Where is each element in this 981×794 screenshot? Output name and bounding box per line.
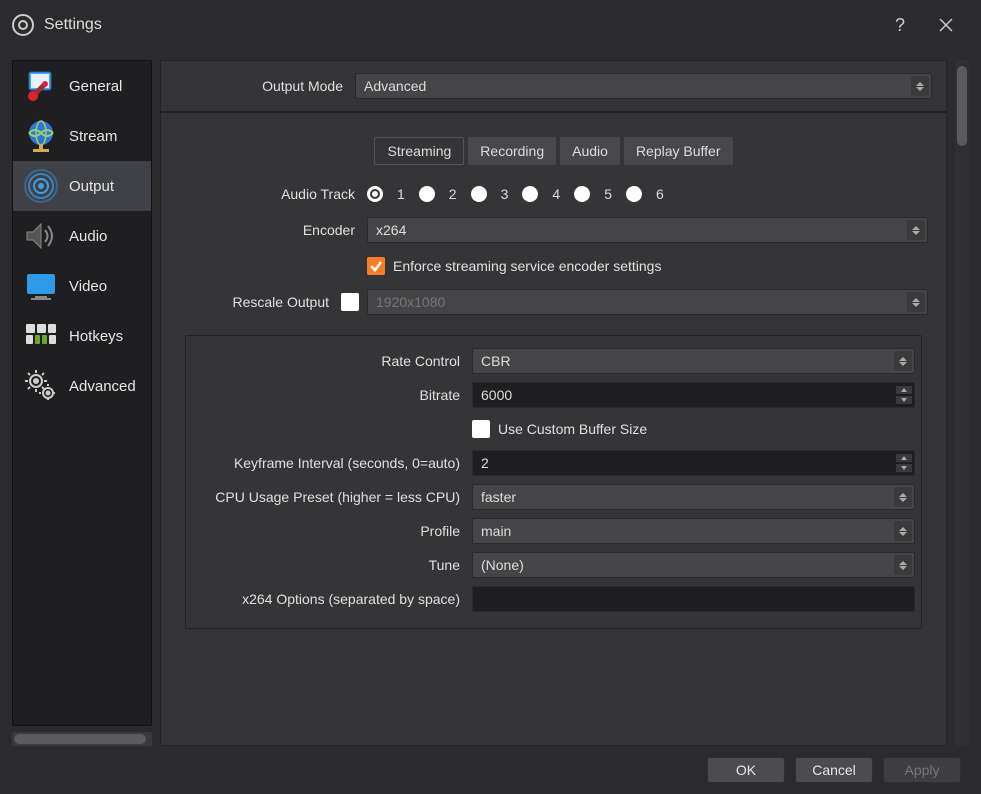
rescale-output-combo[interactable]: 1920x1080	[367, 289, 928, 315]
sidebar-scrollbar[interactable]	[12, 732, 152, 746]
chevron-updown-icon	[907, 220, 925, 240]
sidebar-item-label: Hotkeys	[69, 328, 123, 345]
settings-window: Settings ? General Stream	[0, 0, 981, 794]
profile-label: Profile	[192, 523, 472, 539]
output-icon	[21, 166, 61, 206]
profile-value: main	[481, 523, 511, 539]
keyframe-label: Keyframe Interval (seconds, 0=auto)	[192, 455, 472, 471]
tune-label: Tune	[192, 557, 472, 573]
rate-control-value: CBR	[481, 353, 511, 369]
tune-value: (None)	[481, 557, 524, 573]
cpu-preset-value: faster	[481, 489, 516, 505]
sidebar-item-label: Output	[69, 178, 114, 195]
close-window-button[interactable]	[923, 0, 969, 50]
sidebar-item-label: Stream	[69, 128, 117, 145]
sidebar-item-label: General	[69, 78, 122, 95]
encoder-label: Encoder	[179, 222, 367, 238]
rescale-output-checkbox[interactable]	[341, 293, 359, 311]
sidebar-item-advanced[interactable]: Advanced	[13, 361, 151, 411]
chevron-updown-icon	[894, 521, 912, 541]
close-icon	[939, 18, 953, 32]
hotkeys-icon	[21, 316, 61, 356]
output-mode-combo[interactable]: Advanced	[355, 73, 932, 99]
window-title: Settings	[44, 16, 102, 34]
bitrate-input[interactable]: 6000	[472, 382, 915, 408]
spinner-icon	[896, 385, 912, 405]
tab-streaming[interactable]: Streaming	[374, 137, 464, 165]
audio-track-radio-1[interactable]	[367, 186, 383, 202]
advanced-icon	[21, 366, 61, 406]
sidebar-item-general[interactable]: General	[13, 61, 151, 111]
main-scrollbar[interactable]	[955, 60, 969, 746]
x264-options-input[interactable]	[472, 586, 915, 612]
chevron-updown-icon	[894, 351, 912, 371]
custom-buffer-checkbox[interactable]	[472, 420, 490, 438]
cpu-preset-combo[interactable]: faster	[472, 484, 915, 510]
general-icon	[21, 66, 61, 106]
rescale-output-value: 1920x1080	[376, 294, 445, 310]
audio-track-radio-3[interactable]	[471, 186, 487, 202]
profile-combo[interactable]: main	[472, 518, 915, 544]
help-button[interactable]: ?	[877, 0, 923, 50]
chevron-updown-icon	[894, 555, 912, 575]
cancel-button[interactable]: Cancel	[795, 757, 873, 783]
spinner-icon	[896, 453, 912, 473]
keyframe-input[interactable]: 2	[472, 450, 915, 476]
chevron-updown-icon	[894, 487, 912, 507]
sidebar-item-output[interactable]: Output	[13, 161, 151, 211]
sidebar-item-video[interactable]: Video	[13, 261, 151, 311]
audio-track-radio-2[interactable]	[419, 186, 435, 202]
titlebar: Settings ?	[0, 0, 981, 50]
cpu-preset-label: CPU Usage Preset (higher = less CPU)	[192, 489, 472, 505]
audio-icon	[21, 216, 61, 256]
rate-control-label: Rate Control	[192, 353, 472, 369]
sidebar-item-label: Advanced	[69, 378, 136, 395]
bitrate-label: Bitrate	[192, 387, 472, 403]
sidebar-item-label: Audio	[69, 228, 107, 245]
sidebar-item-audio[interactable]: Audio	[13, 211, 151, 261]
apply-button[interactable]: Apply	[883, 757, 961, 783]
ok-button[interactable]: OK	[707, 757, 785, 783]
tab-audio[interactable]: Audio	[560, 137, 620, 165]
output-mode-label: Output Mode	[175, 78, 355, 94]
tab-recording[interactable]: Recording	[468, 137, 556, 165]
audio-track-radio-group: 1 2 3 4 5 6	[367, 186, 664, 202]
settings-main-panel: Output Mode Advanced Streaming Recording	[160, 60, 947, 746]
settings-sidebar: General Stream Output	[12, 60, 152, 726]
bitrate-value: 6000	[481, 387, 512, 403]
x264-options-label: x264 Options (separated by space)	[192, 591, 472, 607]
rate-control-combo[interactable]: CBR	[472, 348, 915, 374]
stream-icon	[21, 116, 61, 156]
encoder-settings-panel: Rate Control CBR Bitrate	[185, 335, 922, 629]
tab-replay-buffer[interactable]: Replay Buffer	[624, 137, 733, 165]
custom-buffer-label: Use Custom Buffer Size	[498, 421, 647, 437]
chevron-updown-icon	[911, 76, 929, 96]
encoder-value: x264	[376, 222, 406, 238]
chevron-updown-icon	[907, 292, 925, 312]
tune-combo[interactable]: (None)	[472, 552, 915, 578]
output-tabs: Streaming Recording Audio Replay Buffer	[175, 123, 932, 165]
audio-track-radio-5[interactable]	[574, 186, 590, 202]
obs-logo-icon	[12, 14, 34, 36]
rescale-output-label: Rescale Output	[179, 294, 341, 310]
sidebar-item-label: Video	[69, 278, 107, 295]
sidebar-item-stream[interactable]: Stream	[13, 111, 151, 161]
enforce-encoder-label: Enforce streaming service encoder settin…	[393, 258, 661, 274]
audio-track-radio-6[interactable]	[626, 186, 642, 202]
keyframe-value: 2	[481, 455, 489, 471]
audio-track-label: Audio Track	[179, 186, 367, 202]
check-icon	[369, 259, 383, 273]
dialog-footer: OK Cancel Apply	[0, 746, 981, 794]
audio-track-radio-4[interactable]	[522, 186, 538, 202]
output-mode-value: Advanced	[364, 78, 426, 94]
enforce-encoder-checkbox[interactable]	[367, 257, 385, 275]
sidebar-item-hotkeys[interactable]: Hotkeys	[13, 311, 151, 361]
encoder-combo[interactable]: x264	[367, 217, 928, 243]
video-icon	[21, 266, 61, 306]
